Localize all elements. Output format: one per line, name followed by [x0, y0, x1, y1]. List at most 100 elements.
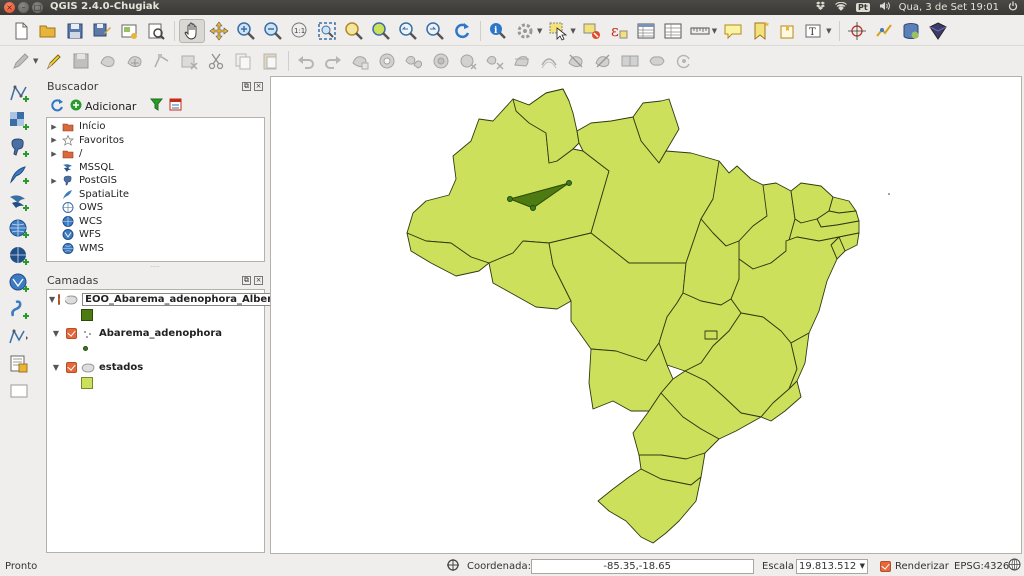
new-bookmark-icon[interactable] [747, 19, 773, 43]
layer-visibility-checkbox[interactable] [66, 362, 77, 373]
browser-tree-item[interactable]: ▶ / [47, 147, 264, 161]
zoom-to-selection-icon[interactable] [341, 19, 367, 43]
expand-arrow-icon[interactable]: ▼ [49, 329, 63, 338]
add-wms-layer-icon[interactable] [4, 215, 34, 242]
add-vector-layer-icon[interactable] [4, 80, 34, 107]
select-features-icon[interactable] [545, 19, 571, 43]
keyboard-layout-indicator[interactable]: Pt [855, 3, 870, 12]
mouse-coordinate-icon[interactable] [446, 558, 460, 575]
window-minimize-button[interactable]: – [18, 2, 29, 13]
window-maximize-button[interactable]: □ [32, 2, 43, 13]
add-wfs-layer-icon[interactable] [4, 269, 34, 296]
add-part-icon[interactable] [401, 49, 427, 73]
expand-arrow-icon[interactable]: ▶ [47, 177, 61, 185]
window-close-button[interactable]: × [4, 2, 15, 13]
add-mssql-layer-icon[interactable] [4, 188, 34, 215]
float-panel-icon[interactable]: ⧉ [242, 81, 251, 91]
db-manager-icon[interactable] [898, 19, 924, 43]
refresh-icon[interactable] [449, 19, 475, 43]
layer-name[interactable]: EOO_Abarema_adenophora_Albers [82, 293, 282, 306]
crs-status[interactable]: EPSG:4326 [954, 561, 1009, 572]
pan-map-icon[interactable] [179, 18, 205, 43]
map-canvas[interactable] [270, 76, 1022, 554]
zoom-full-icon[interactable] [314, 19, 340, 43]
merge-features-icon[interactable] [617, 49, 643, 73]
move-feature-icon[interactable] [122, 49, 148, 73]
zoom-in-icon[interactable] [233, 19, 259, 43]
layer-visibility-checkbox[interactable] [66, 328, 77, 339]
layer-visibility-checkbox[interactable] [58, 294, 61, 305]
split-features-icon[interactable] [563, 49, 589, 73]
save-as-icon[interactable] [89, 19, 115, 43]
delete-part-icon[interactable] [482, 49, 508, 73]
brazil-states-map[interactable] [271, 77, 1023, 555]
refresh-icon[interactable] [50, 98, 64, 115]
rotate-point-symbols-icon[interactable] [671, 49, 697, 73]
render-toggle[interactable]: Renderizar [877, 560, 949, 572]
occurrence-point[interactable] [566, 180, 572, 186]
zoom-to-layer-icon[interactable] [368, 19, 394, 43]
browser-tree-item[interactable]: OWS [47, 201, 264, 215]
power-icon[interactable] [1008, 1, 1018, 14]
crs-globe-icon[interactable] [1008, 558, 1021, 574]
expression-select-icon[interactable]: ε [606, 19, 632, 43]
browser-tree-item[interactable]: ▶ Favoritos [47, 134, 264, 148]
add-raster-layer-icon[interactable] [4, 107, 34, 134]
save-layer-edits-icon[interactable] [68, 49, 94, 73]
attribute-table-icon[interactable] [633, 19, 659, 43]
simplify-feature-icon[interactable] [347, 49, 373, 73]
zoom-out-icon[interactable] [260, 19, 286, 43]
browser-tree-item[interactable]: WMS [47, 242, 264, 256]
map-tips-icon[interactable] [720, 19, 746, 43]
cut-features-icon[interactable] [203, 49, 229, 73]
reshape-features-icon[interactable] [509, 49, 535, 73]
expand-arrow-icon[interactable]: ▶ [47, 136, 61, 144]
redo-icon[interactable] [320, 49, 346, 73]
browser-tree-item[interactable]: WCS [47, 215, 264, 229]
expand-arrow-icon[interactable]: ▼ [49, 295, 55, 304]
current-edits-icon[interactable] [8, 49, 34, 73]
wifi-icon[interactable] [835, 1, 847, 14]
plugin-cube-icon[interactable] [925, 19, 951, 43]
scale-combo[interactable]: 19.813.512 ▼ [796, 558, 868, 574]
paste-features-icon[interactable] [257, 49, 283, 73]
chevron-down-icon[interactable]: ▼ [537, 27, 542, 35]
layer-item[interactable]: ▼ Abarema_adenophora [47, 325, 264, 342]
add-button[interactable]: Adicionar [70, 99, 136, 114]
filter-icon[interactable] [150, 98, 164, 114]
splitter-handle[interactable]: ····· [44, 265, 266, 271]
split-parts-icon[interactable] [590, 49, 616, 73]
offset-curve-icon[interactable] [536, 49, 562, 73]
clock-text[interactable]: Qua, 3 de Set 19:01 [899, 2, 999, 13]
render-checkbox[interactable] [880, 560, 891, 572]
toggle-editing-icon[interactable] [41, 49, 67, 73]
properties-icon[interactable] [169, 98, 182, 114]
add-ring-icon[interactable] [374, 49, 400, 73]
expand-arrow-icon[interactable]: ▶ [47, 123, 61, 131]
new-project-icon[interactable] [8, 19, 34, 43]
open-project-icon[interactable] [35, 19, 61, 43]
zoom-next-icon[interactable] [422, 19, 448, 43]
new-spatialite-layer-icon[interactable] [4, 350, 34, 377]
expand-arrow-icon[interactable]: ▶ [47, 150, 61, 158]
pan-to-selection-icon[interactable] [206, 19, 232, 43]
browser-tree-item[interactable]: SpatiaLite [47, 188, 264, 202]
dropbox-icon[interactable] [815, 1, 826, 14]
add-spatialite-layer-icon[interactable] [4, 161, 34, 188]
composer-manager-icon[interactable] [143, 19, 169, 43]
add-postgis-layer-icon[interactable] [4, 134, 34, 161]
add-delimited-text-layer-icon[interactable] [4, 296, 34, 323]
delete-ring-icon[interactable] [455, 49, 481, 73]
copy-features-icon[interactable] [230, 49, 256, 73]
delete-selected-icon[interactable] [176, 49, 202, 73]
merge-attributes-icon[interactable] [644, 49, 670, 73]
new-print-composer-icon[interactable] [116, 19, 142, 43]
add-feature-icon[interactable] [95, 49, 121, 73]
chevron-down-icon[interactable]: ▼ [712, 27, 717, 35]
run-feature-action-icon[interactable] [512, 19, 538, 43]
coordinate-field[interactable]: -85.35,-18.65 [531, 558, 754, 574]
remove-layer-icon[interactable] [4, 377, 34, 404]
volume-icon[interactable] [879, 1, 890, 14]
text-annotation-icon[interactable]: T [801, 19, 827, 43]
close-panel-icon[interactable]: × [254, 275, 263, 285]
